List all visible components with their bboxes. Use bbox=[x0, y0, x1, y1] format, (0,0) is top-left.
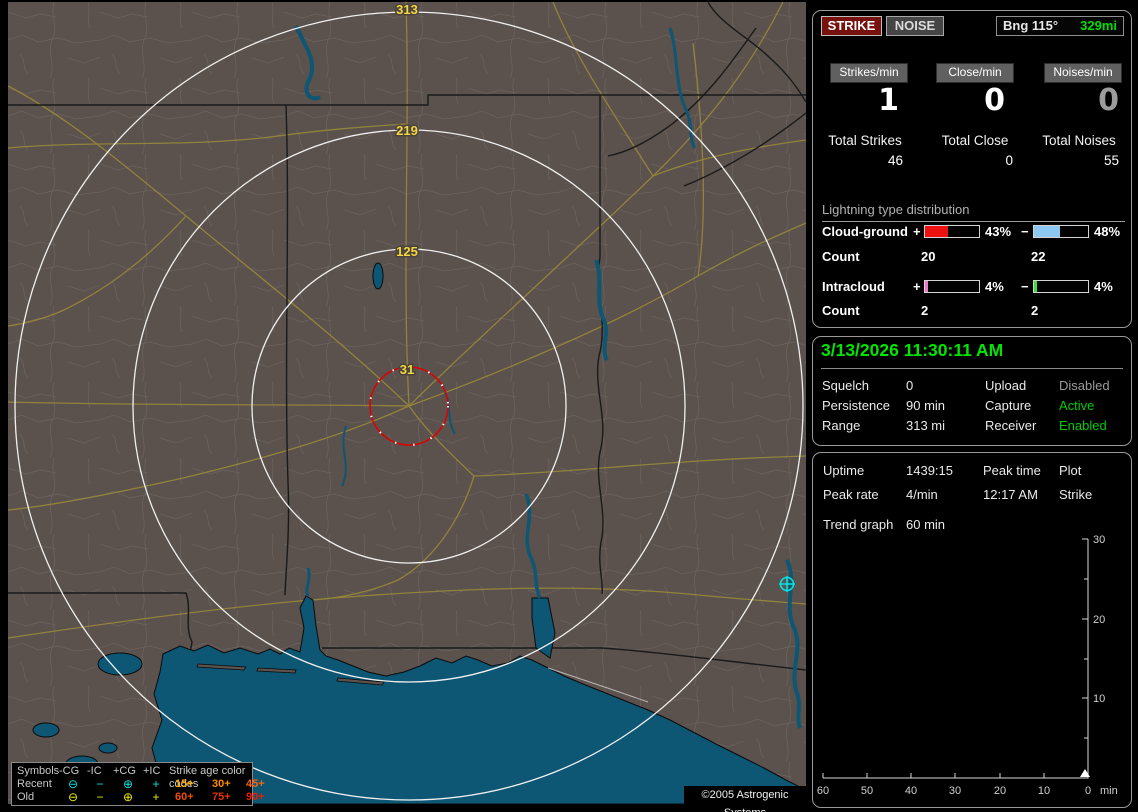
cg-positive-count: 20 bbox=[921, 249, 936, 264]
ring-label-313: 313 bbox=[396, 2, 418, 17]
cloud-ground-count-row: Count 20 22 bbox=[813, 249, 1131, 264]
close-per-min-chip: Close/min bbox=[936, 63, 1014, 83]
range-value: 313 mi bbox=[906, 418, 946, 433]
map-legend: Symbols -CG -IC +CG +IC Strike age color… bbox=[11, 762, 265, 806]
bearing-label: Bng 115° bbox=[1003, 18, 1059, 33]
cg-negative-count: 22 bbox=[1031, 249, 1046, 264]
x-tick-0: 0 bbox=[1085, 785, 1091, 797]
intracloud-label: Intracloud bbox=[822, 279, 885, 294]
ring-label-219: 219 bbox=[396, 123, 418, 138]
ic-negative-pct: 4% bbox=[1094, 279, 1113, 294]
total-strikes-value: 46 bbox=[887, 153, 903, 168]
persistence-label: Persistence bbox=[822, 398, 890, 413]
status-panel: 3/13/2026 11:30:11 AM Squelch 0 Persiste… bbox=[812, 336, 1132, 446]
total-strikes-label: Total Strikes bbox=[828, 133, 902, 148]
stats-panel: STRIKE NOISE Bng 115° 329mi Strikes/min … bbox=[812, 10, 1132, 328]
cloud-ground-label: Cloud-ground bbox=[822, 224, 908, 239]
strikes-per-min-value: 1 bbox=[878, 83, 899, 118]
noise-button[interactable]: NOISE bbox=[886, 16, 944, 36]
legend-recent-label: Recent bbox=[17, 778, 52, 790]
trend-graph: 30 20 10 60 50 40 30 20 10 0 min bbox=[817, 534, 1118, 797]
legend-symbols-header: Symbols bbox=[17, 765, 60, 777]
bearing-readout: Bng 115° 329mi bbox=[996, 16, 1124, 36]
strike-map[interactable]: 313 219 125 31 bbox=[8, 2, 806, 804]
count-label: Count bbox=[822, 303, 860, 318]
neg-cg-old-icon: ⊖ bbox=[67, 790, 79, 804]
minus-sign: − bbox=[1021, 224, 1029, 239]
age-code-45: 45+ bbox=[246, 778, 265, 790]
legend-old-label: Old bbox=[17, 791, 35, 803]
total-noises-label: Total Noises bbox=[1042, 133, 1116, 148]
y-tick-20: 20 bbox=[1093, 614, 1105, 626]
total-close-label: Total Close bbox=[941, 133, 1009, 148]
app-window: 313 219 125 31 Symbols -CG -IC +CG +IC S… bbox=[0, 0, 1138, 812]
age-code-75: 75+ bbox=[212, 791, 231, 803]
range-label: Range bbox=[822, 418, 861, 433]
receiver-status: Enabled bbox=[1059, 418, 1107, 433]
ic-positive-count: 2 bbox=[921, 303, 929, 318]
pos-ic-old-icon: + bbox=[152, 790, 160, 804]
total-close-value: 0 bbox=[1005, 153, 1013, 168]
upload-status: Disabled bbox=[1059, 378, 1110, 393]
age-code-15: 15+ bbox=[175, 778, 194, 790]
cg-positive-bar bbox=[924, 225, 980, 238]
strikes-per-min-chip: Strikes/min bbox=[830, 63, 908, 83]
ic-positive-bar bbox=[924, 280, 980, 293]
strike-button[interactable]: STRIKE bbox=[821, 16, 882, 36]
x-tick-30: 30 bbox=[949, 785, 961, 797]
plus-sign: + bbox=[913, 279, 921, 294]
capture-status: Active bbox=[1059, 398, 1095, 413]
x-tick-10: 10 bbox=[1038, 785, 1050, 797]
ic-positive-pct: 4% bbox=[985, 279, 1004, 294]
trend-graph-axes bbox=[822, 538, 1090, 779]
noises-per-min-value: 0 bbox=[1098, 83, 1119, 118]
x-axis-unit: min bbox=[1100, 785, 1118, 797]
upload-label: Upload bbox=[985, 378, 1027, 393]
age-code-60: 60+ bbox=[175, 791, 194, 803]
datetime-display: 3/13/2026 11:30:11 AM bbox=[821, 340, 1123, 369]
ic-negative-bar bbox=[1033, 280, 1089, 293]
bearing-distance: 329mi bbox=[1080, 18, 1117, 33]
x-tick-40: 40 bbox=[905, 785, 917, 797]
x-tick-20: 20 bbox=[994, 785, 1006, 797]
cg-negative-bar bbox=[1033, 225, 1089, 238]
squelch-label: Squelch bbox=[822, 378, 869, 393]
noises-per-min-chip: Noises/min bbox=[1044, 63, 1122, 83]
squelch-value: 0 bbox=[906, 378, 914, 393]
y-tick-10: 10 bbox=[1093, 693, 1105, 705]
cloud-ground-row: Cloud-ground + 43% − 48% bbox=[813, 224, 1131, 239]
copyright-label: ©2005 Astrogenic Systems bbox=[684, 786, 806, 812]
total-noises-value: 55 bbox=[1103, 153, 1119, 168]
count-label: Count bbox=[822, 249, 860, 264]
receiver-label: Receiver bbox=[985, 418, 1037, 433]
age-code-30: 30+ bbox=[212, 778, 231, 790]
ring-label-31: 31 bbox=[400, 362, 414, 377]
cg-positive-pct: 43% bbox=[985, 224, 1012, 239]
neg-ic-old-icon: − bbox=[96, 790, 104, 804]
distribution-title: Lightning type distribution bbox=[822, 202, 1125, 222]
persistence-value: 90 min bbox=[906, 398, 946, 413]
legend-age-header: Strike age color codes bbox=[169, 765, 246, 790]
age-code-90: 90+ bbox=[246, 791, 265, 803]
x-tick-60: 60 bbox=[817, 785, 829, 797]
y-tick-30: 30 bbox=[1093, 534, 1105, 546]
x-tick-50: 50 bbox=[861, 785, 873, 797]
close-per-min-value: 0 bbox=[984, 83, 1005, 118]
intracloud-count-row: Count 2 2 bbox=[813, 303, 1131, 318]
trend-graph-labels: 30 20 10 60 50 40 30 20 10 0 min bbox=[817, 534, 1118, 797]
pos-cg-old-icon: ⊕ bbox=[122, 790, 134, 804]
capture-label: Capture bbox=[985, 398, 1032, 413]
ring-label-125: 125 bbox=[396, 244, 418, 259]
minus-sign: − bbox=[1021, 279, 1029, 294]
ic-negative-count: 2 bbox=[1031, 303, 1039, 318]
trend-panel: Uptime 1439:15 Peak time Plot Peak rate … bbox=[812, 452, 1132, 808]
intracloud-row: Intracloud + 4% − 4% bbox=[813, 279, 1131, 294]
plus-sign: + bbox=[913, 224, 921, 239]
cg-negative-pct: 48% bbox=[1094, 224, 1121, 239]
